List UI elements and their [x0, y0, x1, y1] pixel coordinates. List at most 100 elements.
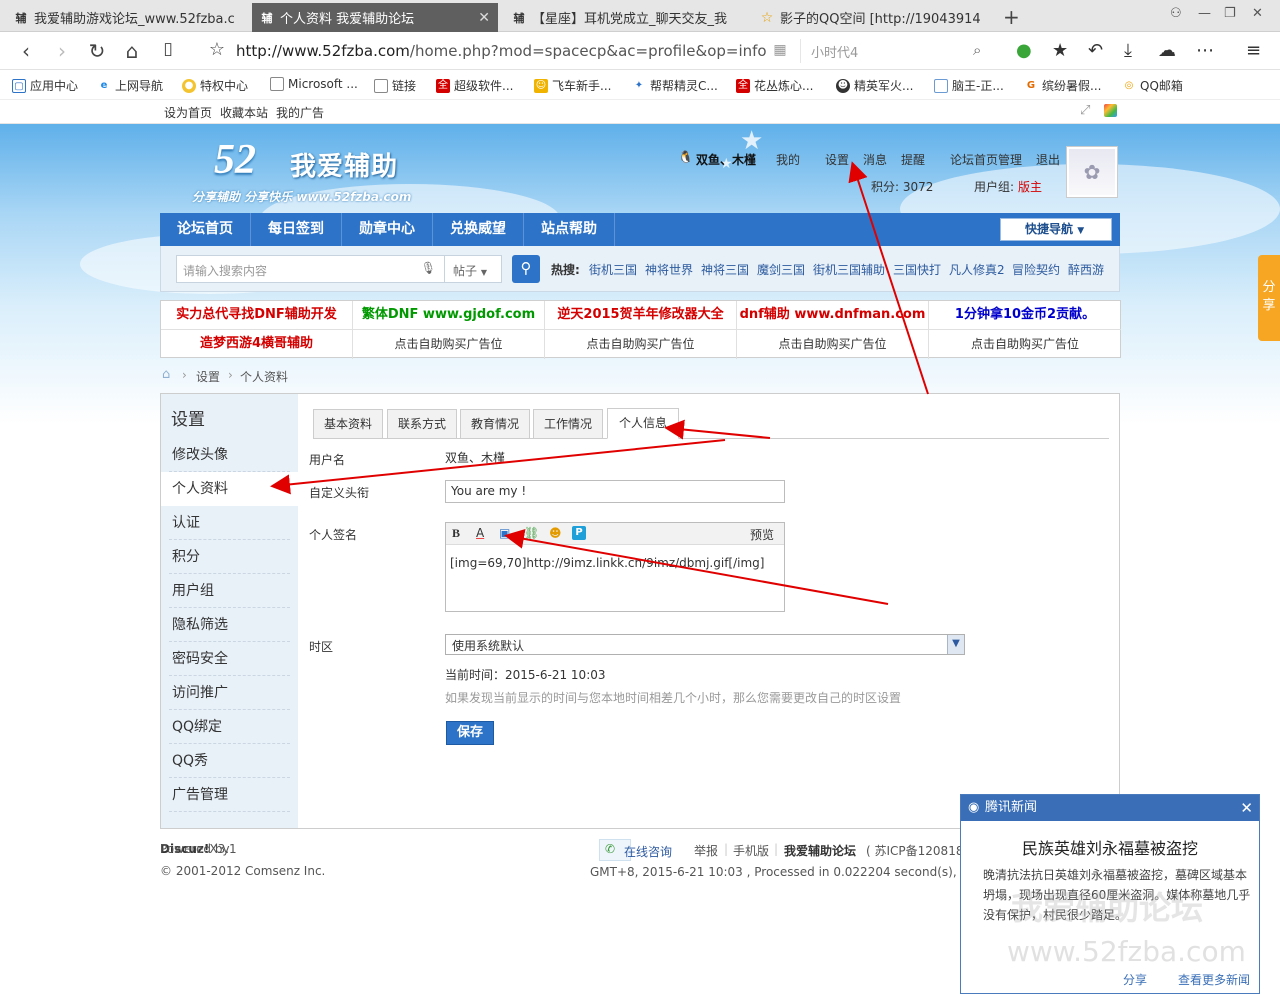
hot-search-link[interactable]: 神将世界 — [645, 261, 693, 278]
bold-icon[interactable]: B — [452, 526, 460, 541]
new-tab-button[interactable]: + — [1003, 5, 1020, 29]
close-icon[interactable]: ✕ — [1240, 795, 1253, 821]
search-type-select[interactable]: 帖子 ▼ — [445, 255, 502, 283]
cloud-icon[interactable]: ☁ — [1158, 40, 1176, 61]
tab-work[interactable]: 工作情况 — [533, 409, 603, 439]
home-icon[interactable]: ⌂ — [162, 367, 170, 382]
tab-contact[interactable]: 联系方式 — [387, 409, 457, 439]
more-icon[interactable]: ⋯ — [1196, 40, 1214, 61]
user-icon[interactable]: ⚇ — [1170, 6, 1182, 21]
nav-daily-signin[interactable]: 每日签到 — [251, 213, 342, 246]
signature-editor[interactable]: B A ▣ ⛓ ☻ P 预览 [img=69,70]http://9imz.li… — [445, 522, 785, 612]
search-button[interactable]: ⚲ — [512, 255, 540, 283]
timezone-select[interactable]: 使用系统默认 ▼ — [445, 634, 965, 655]
bookmark-item[interactable]: 全花丛炼心... — [736, 77, 813, 94]
settings-link[interactable]: 设置 — [825, 151, 849, 168]
reader-icon[interactable]: ▯ — [156, 39, 180, 59]
news-share-link[interactable]: 分享 — [1123, 971, 1147, 988]
bookmark-star-icon[interactable]: ★ — [1052, 40, 1068, 61]
save-button[interactable]: 保存 — [446, 721, 494, 745]
text-ad[interactable]: 逆天2015贺羊年修改器大全 — [545, 301, 737, 330]
restore-icon[interactable]: ❐ — [1224, 6, 1236, 21]
forum-admin-link[interactable]: 论坛首页管理 — [950, 151, 1022, 168]
forward-icon[interactable]: › — [50, 39, 74, 63]
text-ad[interactable]: 繁体DNF www.gjdof.com — [353, 301, 545, 330]
usergroup-value[interactable]: 版主 — [1018, 178, 1042, 195]
sidebar-item-credits[interactable]: 积分 — [161, 540, 298, 574]
signature-text[interactable]: [img=69,70]http://9imz.linkk.cn/9imz/dbm… — [450, 556, 764, 570]
hot-search-link[interactable]: 冒险契约 — [1012, 261, 1060, 278]
text-ad[interactable]: 点击自助购买广告位 — [737, 330, 929, 359]
color-theme-icon[interactable] — [1104, 104, 1117, 117]
nav-exchange[interactable]: 兑换威望 — [433, 213, 524, 246]
logout-link[interactable]: 退出 — [1036, 151, 1060, 168]
sidebar-item-ads[interactable]: 广告管理 — [161, 778, 298, 812]
font-color-icon[interactable]: A — [476, 526, 484, 540]
url-field[interactable]: http://www.52fzba.com/home.php?mod=space… — [236, 42, 767, 60]
close-window-icon[interactable]: ✕ — [1252, 6, 1263, 21]
wechat-icon[interactable]: ● — [1016, 40, 1032, 61]
bookmark-item[interactable]: 脑王-正... — [934, 77, 1004, 94]
sidebar-item-verify[interactable]: 认证 — [161, 506, 298, 540]
close-tab-icon[interactable]: ✕ — [478, 10, 490, 26]
text-ad[interactable]: 点击自助购买广告位 — [353, 330, 545, 359]
browser-tab-active[interactable]: 辅 个人资料 我爱辅助论坛 ✕ — [252, 3, 498, 32]
avatar[interactable]: ✿ — [1066, 146, 1118, 198]
nav-help[interactable]: 站点帮助 — [524, 213, 615, 246]
my-ads-link[interactable]: 我的广告 — [276, 104, 324, 121]
hot-search-link[interactable]: 三国快打 — [893, 261, 941, 278]
bookmark-item[interactable]: ☺ 飞车新手... — [534, 77, 611, 94]
text-ad[interactable]: 点击自助购买广告位 — [929, 330, 1121, 359]
browser-tab[interactable]: 辅 我爱辅助游戏论坛_www.52fzba.c — [6, 3, 246, 32]
points-link[interactable]: 积分: 3072 — [871, 178, 933, 195]
hot-search-link[interactable]: 街机三国 — [589, 261, 637, 278]
tab-personal-info[interactable]: 个人信息 — [607, 408, 679, 439]
bookmark-item[interactable]: 全超级软件... — [436, 77, 513, 94]
search-icon[interactable]: ⌕ — [973, 41, 981, 59]
reload-icon[interactable]: ↻ — [85, 39, 109, 63]
tab-basic-info[interactable]: 基本资料 — [313, 409, 383, 439]
forum-search-input[interactable]: 请输入搜索内容 🎙 — [176, 255, 445, 283]
expand-icon[interactable]: ⤢ — [1080, 103, 1090, 118]
hot-search-link[interactable]: 凡人修真2 — [949, 261, 1005, 278]
hot-search-link[interactable]: 神将三国 — [701, 261, 749, 278]
more-news-link[interactable]: 查看更多新闻 — [1178, 971, 1250, 988]
emoticon-icon[interactable]: ☻ — [549, 526, 562, 540]
sidebar-item-promotion[interactable]: 访问推广 — [161, 676, 298, 710]
bookmark-item[interactable]: ▢ 应用中心 — [12, 77, 78, 94]
bookmark-item[interactable]: ● 特权中心 — [182, 77, 248, 94]
text-ad[interactable]: 造梦西游4横哥辅助 — [161, 330, 353, 359]
sidebar-item-qq-show[interactable]: QQ秀 — [161, 744, 298, 778]
set-homepage-link[interactable]: 设为首页 — [164, 104, 212, 121]
microphone-icon[interactable]: 🎙 — [421, 261, 436, 275]
undo-icon[interactable]: ↶ — [1088, 40, 1103, 61]
text-ad[interactable]: 实力总代寻找DNF辅助开发 — [161, 301, 353, 330]
browser-tab[interactable]: 辅 【星座】耳机党成立_聊天交友_我 — [504, 3, 750, 32]
online-consult-button[interactable]: ✆ 在线咨询 — [599, 839, 672, 861]
text-ad[interactable]: dnf辅助 www.dnfman.com — [737, 301, 929, 330]
quick-nav-button[interactable]: 快捷导航 ▼ — [1000, 218, 1112, 241]
minimize-icon[interactable]: — — [1198, 6, 1211, 21]
bookmark-item[interactable]: 链接 — [374, 77, 416, 94]
sidebar-item-qq-bind[interactable]: QQ绑定 — [161, 710, 298, 744]
hot-search-link[interactable]: 街机三国辅助 — [813, 261, 885, 278]
sidebar-item-usergroup[interactable]: 用户组 — [161, 574, 298, 608]
insert-image-icon[interactable]: ▣ — [499, 526, 510, 540]
custom-title-input[interactable]: You are my ! — [445, 480, 785, 503]
text-ad[interactable]: 点击自助购买广告位 — [545, 330, 737, 359]
back-icon[interactable]: ‹ — [14, 39, 38, 63]
bookmark-item[interactable]: Microsoft ... — [270, 77, 358, 91]
preview-button[interactable]: 预览 — [750, 526, 774, 543]
bookmark-site-link[interactable]: 收藏本站 — [220, 104, 268, 121]
browser-search-input[interactable]: 小时代4 ⌕ — [800, 39, 1000, 63]
browser-tab[interactable]: ☆ 影子的QQ空间 [http://19043914 — [752, 3, 992, 32]
username-link[interactable]: 双鱼、木槿 — [696, 151, 756, 168]
hot-search-link[interactable]: 醉西游 — [1068, 261, 1104, 278]
text-ad[interactable]: 1分钟拿10金币2贡献。 — [929, 301, 1121, 330]
breadcrumb-link[interactable]: 设置 — [196, 368, 220, 385]
reminders-link[interactable]: 提醒 — [901, 151, 925, 168]
sidebar-item-password[interactable]: 密码安全 — [161, 642, 298, 676]
nav-forum-home[interactable]: 论坛首页 — [160, 213, 251, 246]
bookmark-item[interactable]: ✦ 帮帮精灵C... — [632, 77, 718, 94]
tab-education[interactable]: 教育情况 — [460, 409, 530, 439]
